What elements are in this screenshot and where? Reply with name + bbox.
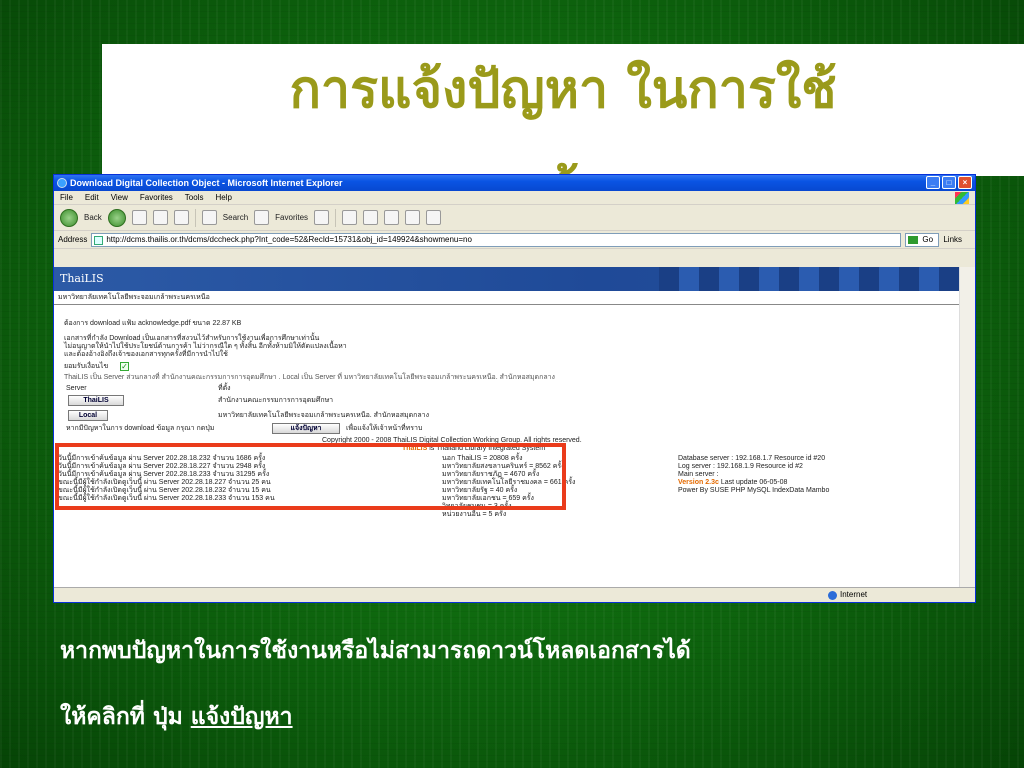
- stop-icon[interactable]: [131, 210, 147, 225]
- vertical-scrollbar[interactable]: [959, 267, 975, 588]
- university-title: มหาวิทยาลัยเทคโนโลยีพระจอมเกล้าพระนครเหน…: [54, 291, 959, 305]
- home-icon[interactable]: [173, 210, 189, 225]
- terms-text: เอกสารที่กำลัง Download เป็นเอกสารที่สงว…: [64, 335, 347, 358]
- highlight-annotation-box: [55, 443, 566, 510]
- version-label: Version 2.3c: [678, 479, 719, 486]
- header-decoration: [659, 267, 959, 291]
- research-icon[interactable]: [426, 210, 442, 225]
- favorites-label[interactable]: Favorites: [275, 213, 308, 222]
- menu-bar: File Edit View Favorites Tools Help: [54, 191, 975, 205]
- accept-label: ยอมรับเงื่อนไข: [64, 363, 109, 370]
- menu-help[interactable]: Help: [215, 191, 231, 204]
- thailis-server-button[interactable]: ThaiLIS: [68, 395, 124, 406]
- browser-window: Download Digital Collection Object - Mic…: [53, 174, 976, 603]
- report-problem-button[interactable]: แจ้งปัญหา: [272, 423, 340, 434]
- page-content: ThaiLIS มหาวิทยาลัยเทคโนโลยีพระจอมเกล้าพ…: [54, 267, 959, 588]
- version-suffix: Last update 06-05-08: [720, 479, 788, 486]
- accept-checkbox[interactable]: ✓: [120, 362, 129, 371]
- folder-icon[interactable]: [405, 210, 421, 225]
- links-label[interactable]: Links: [943, 235, 962, 244]
- history-icon[interactable]: [314, 210, 330, 225]
- toolbar-separator: [335, 208, 337, 227]
- address-bar: Address http://dcms.thailis.or.th/dcms/d…: [54, 231, 975, 249]
- back-arrow-icon[interactable]: [60, 208, 78, 227]
- status-bar: Internet: [54, 587, 975, 602]
- site-name: ThaiLIS: [60, 272, 104, 285]
- server-note: ThaiLIS เป็น Server ส่วนกลางที่ สำนักงาน…: [64, 374, 555, 381]
- menu-tools[interactable]: Tools: [185, 191, 204, 204]
- local-server-button[interactable]: Local: [68, 410, 108, 421]
- slide-title: การแจ้งปัญหา ในการใช้ ฐานข้อมูล: [289, 59, 837, 176]
- windows-logo-icon: [955, 192, 969, 204]
- menu-view[interactable]: View: [111, 191, 128, 204]
- col-location-header: ที่ตั้ง: [218, 385, 231, 392]
- edit-icon[interactable]: [384, 210, 400, 225]
- internet-zone: Internet: [826, 588, 867, 602]
- search-icon[interactable]: [201, 210, 217, 225]
- favorites-star-icon[interactable]: [254, 210, 270, 225]
- local-location: มหาวิทยาลัยเทคโนโลยีพระจอมเกล้าพระนครเหน…: [218, 412, 430, 419]
- maximize-button[interactable]: □: [942, 176, 956, 189]
- minimize-button[interactable]: _: [926, 176, 940, 189]
- report-suffix: เพื่อแจ้งให้เจ้าหน้าที่ทราบ: [346, 425, 423, 432]
- forward-arrow-icon[interactable]: [107, 208, 126, 227]
- toolbar-separator: [194, 208, 196, 227]
- go-button[interactable]: Go: [905, 232, 940, 247]
- download-info: ต้องการ download แฟ้ม acknowledge.pdf ขน…: [64, 320, 242, 327]
- caption-prefix: ให้คลิกที่ ปุ่ม: [60, 703, 183, 730]
- thailis-header: ThaiLIS: [54, 267, 959, 291]
- ie-app-icon: [57, 178, 67, 188]
- report-problem-link[interactable]: แจ้งปัญหา: [191, 703, 293, 730]
- page-icon: [94, 235, 104, 245]
- address-label: Address: [58, 235, 88, 244]
- search-label[interactable]: Search: [223, 213, 248, 222]
- menu-edit[interactable]: Edit: [85, 191, 99, 204]
- caption-line-2: ให้คลิกที่ ปุ่ม แจ้งปัญหา: [60, 702, 1000, 732]
- close-button[interactable]: ×: [958, 176, 972, 189]
- browser-toolbar: Back Search Favorites: [54, 205, 975, 231]
- menu-file[interactable]: File: [60, 191, 73, 204]
- browser-titlebar: Download Digital Collection Object - Mic…: [54, 175, 975, 191]
- mail-icon[interactable]: [342, 210, 358, 225]
- report-prompt: หากมีปัญหาในการ download ข้อมูล กรุณา กด…: [66, 425, 215, 432]
- window-controls: _ □ ×: [926, 176, 972, 189]
- back-label[interactable]: Back: [84, 213, 102, 222]
- slide-title-box: การแจ้งปัญหา ในการใช้ ฐานข้อมูล: [102, 44, 1024, 176]
- powered-by: Power By SUSE PHP MySQL IndexData Mambo: [678, 487, 830, 494]
- print-icon[interactable]: [363, 210, 379, 225]
- address-url: http://dcms.thailis.or.th/dcms/dccheck.p…: [106, 234, 472, 244]
- stat-mid-8: หน่วยงานอื่น = 5 ครั้ง: [442, 511, 507, 518]
- address-input[interactable]: http://dcms.thailis.or.th/dcms/dccheck.p…: [91, 232, 902, 247]
- col-server-header: Server: [66, 385, 87, 392]
- window-title: Download Digital Collection Object - Mic…: [70, 178, 343, 188]
- go-label: Go: [922, 234, 934, 244]
- thailis-location: สำนักงานคณะกรรมการการอุดมศึกษา: [218, 397, 334, 404]
- refresh-icon[interactable]: [152, 210, 168, 225]
- menu-favorites[interactable]: Favorites: [140, 191, 173, 204]
- caption-line-1: หากพบปัญหาในการใช้งานหรือไม่สามารถดาวน์โ…: [60, 637, 691, 664]
